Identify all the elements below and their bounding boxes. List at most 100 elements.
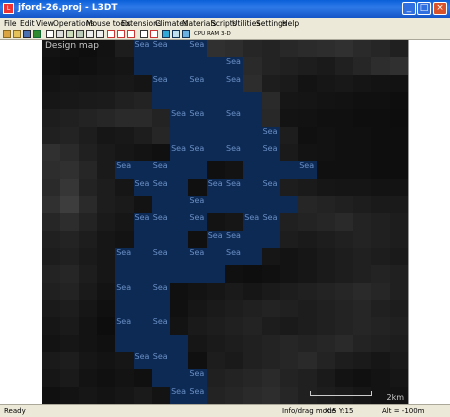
land-cell	[206, 352, 226, 370]
land-cell	[353, 74, 372, 93]
land-cell	[316, 40, 336, 58]
menu-edit[interactable]: Edit	[20, 19, 35, 28]
land-cell	[96, 74, 116, 93]
land-cell	[78, 334, 98, 353]
frame-tool-icon[interactable]	[150, 30, 158, 38]
land-cell	[96, 334, 116, 353]
land-cell	[316, 109, 336, 128]
sea-cell	[151, 300, 171, 318]
zoom-tool-icon[interactable]	[66, 30, 74, 38]
resize-tool-icon[interactable]	[117, 30, 125, 38]
sea-cell: Sea	[151, 317, 171, 336]
land-cell	[42, 92, 61, 110]
sea-label: Sea	[134, 213, 150, 223]
sea-cell	[151, 369, 171, 388]
sea-cell: Sea	[133, 213, 153, 232]
land-cell	[115, 92, 135, 110]
design-map[interactable]: Sea Sea Sea Sea Sea Sea Sea Sea Sea Sea Sea Sea Sea S…	[42, 40, 408, 404]
sea-cell	[170, 369, 189, 388]
land-cell	[316, 126, 336, 145]
menu-view[interactable]: View	[36, 19, 54, 28]
land-cell	[298, 40, 318, 58]
land-cell	[298, 265, 318, 284]
ram-label[interactable]: RAM	[207, 30, 219, 38]
land-cell	[298, 74, 318, 93]
land-cell	[243, 265, 263, 284]
new-project-icon[interactable]	[3, 30, 11, 38]
land-cell	[42, 369, 61, 388]
land-cell	[225, 317, 244, 336]
menu-help[interactable]: Help	[282, 19, 299, 28]
sea-cell: Sea	[261, 213, 281, 232]
climate-tool-icon[interactable]	[182, 30, 190, 38]
sea-cell: Sea	[243, 213, 263, 232]
hand-tool-icon[interactable]	[56, 30, 64, 38]
land-cell	[334, 230, 354, 249]
sea-cell: Sea	[188, 109, 208, 128]
land-cell	[334, 92, 354, 110]
land-cell	[206, 213, 226, 232]
sea-cell: Sea	[261, 126, 281, 145]
land-cell	[371, 178, 391, 197]
pointer-tool-icon[interactable]	[46, 30, 54, 38]
sea-cell	[170, 126, 189, 145]
land-cell	[389, 40, 408, 58]
sea-label: Sea	[244, 213, 260, 223]
land-cell	[353, 282, 372, 301]
land-cell	[316, 144, 336, 162]
filter-tool-icon[interactable]	[172, 30, 180, 38]
3d-view-label[interactable]: 3-D	[221, 30, 231, 38]
sea-label: Sea	[171, 386, 186, 396]
land-cell	[133, 144, 153, 162]
land-cell	[261, 109, 281, 128]
land-cell	[96, 178, 116, 197]
land-cell	[115, 230, 135, 249]
line-tool-icon[interactable]	[86, 30, 94, 38]
sea-cell	[188, 57, 208, 76]
grid-tool-icon[interactable]	[96, 30, 104, 38]
sea-cell: Sea	[225, 178, 244, 197]
land-cell	[60, 334, 80, 353]
save-icon[interactable]	[23, 30, 31, 38]
land-cell	[151, 144, 171, 162]
move-tool-icon[interactable]	[127, 30, 135, 38]
land-cell	[225, 213, 244, 232]
land-cell	[188, 300, 208, 318]
land-cell	[371, 196, 391, 214]
brush-tool-icon[interactable]	[76, 30, 84, 38]
sea-cell	[170, 248, 189, 266]
save-map-icon[interactable]	[33, 30, 41, 38]
land-cell	[371, 230, 391, 249]
cpu-label[interactable]: CPU	[194, 30, 205, 38]
sea-label: Sea	[116, 161, 132, 171]
sea-cell: Sea	[225, 74, 244, 93]
land-cell	[316, 230, 336, 249]
land-cell	[316, 161, 336, 180]
land-cell	[371, 213, 391, 232]
land-cell	[298, 334, 318, 353]
land-cell	[279, 334, 299, 353]
sea-cell	[188, 92, 208, 110]
land-cell	[371, 300, 391, 318]
land-cell	[78, 386, 98, 404]
water-tool-icon[interactable]	[162, 30, 170, 38]
land-cell	[316, 317, 336, 336]
sea-cell	[133, 248, 153, 266]
land-cell	[60, 282, 80, 301]
open-folder-icon[interactable]	[13, 30, 21, 38]
minimize-button[interactable]: _	[402, 2, 416, 15]
land-cell	[389, 300, 408, 318]
land-cell	[389, 265, 408, 284]
land-cell	[96, 213, 116, 232]
land-cell	[334, 213, 354, 232]
close-button[interactable]: ×	[433, 2, 447, 15]
select-tool-icon[interactable]	[107, 30, 115, 38]
land-cell	[206, 317, 226, 336]
land-cell	[353, 248, 372, 266]
land-cell	[316, 282, 336, 301]
sea-cell	[133, 282, 153, 301]
crop-tool-icon[interactable]	[140, 30, 148, 38]
land-cell	[279, 369, 299, 388]
menu-file[interactable]: File	[4, 19, 17, 28]
maximize-button[interactable]: □	[417, 2, 431, 15]
